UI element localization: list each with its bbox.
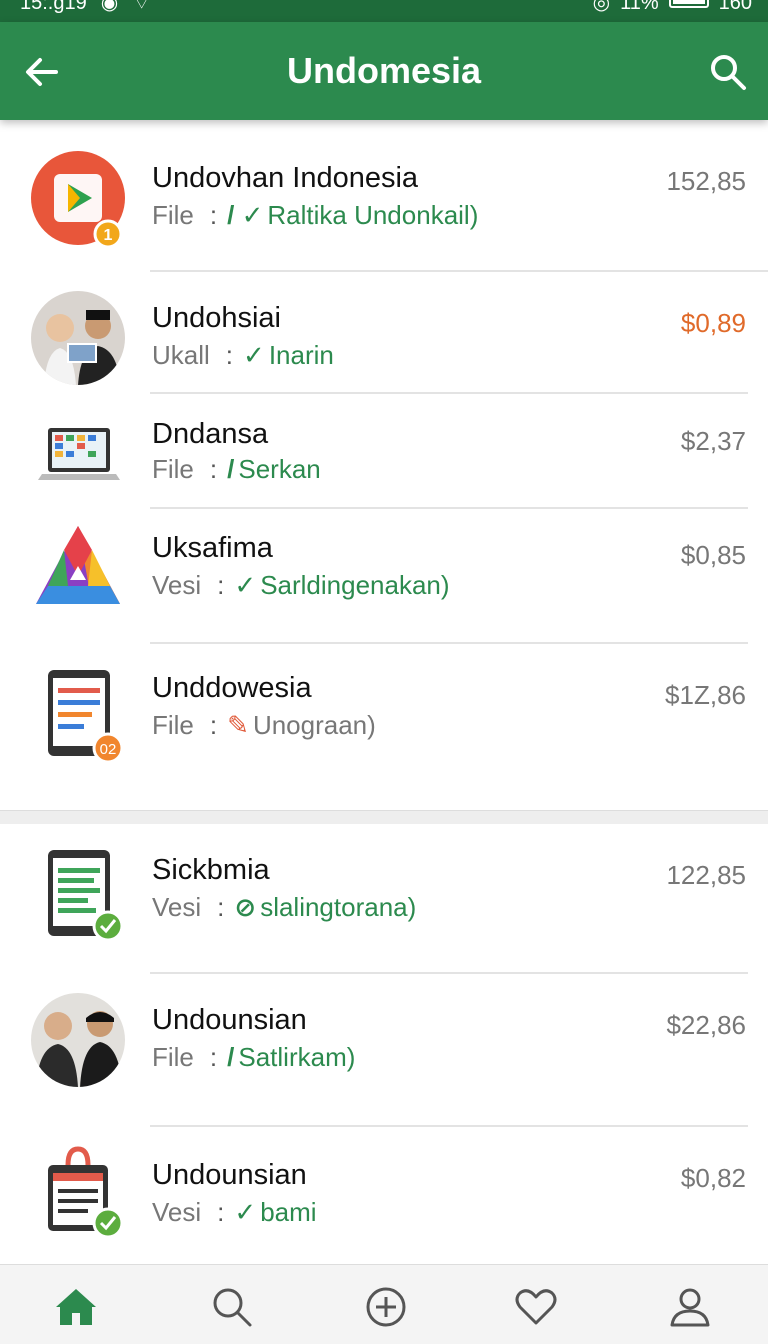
list-item[interactable]: 02 Unddowesia File : ✎ Unograan) $1Z,86 [0,668,768,778]
avatar [31,993,125,1087]
separator: : [225,340,234,370]
item-price: $22,86 [666,1010,746,1040]
battery-icon [668,0,709,8]
item-price: 152,85 [666,166,746,196]
item-type: File [152,1042,194,1072]
list-item[interactable]: Uksafima Vesi : ✓ Sarldingenakan) $0,85 [0,520,768,630]
laptop-icon [38,428,120,480]
separator: : [209,454,218,484]
item-title: Undounsian [152,1159,307,1191]
item-title: Undohsiai [152,302,281,334]
item-price: $1Z,86 [665,680,746,710]
item-title: Undovhan Indonesia [152,162,419,194]
item-subtitle: File : / Serkan [152,454,321,485]
separator: : [209,200,218,230]
item-price: 122,85 [666,860,746,890]
divider [150,642,748,644]
item-tag: Raltika Undonkail) [267,200,479,230]
item-subtitle: Vesi : ✓ Sarldingenakan) [152,570,450,601]
item-subtitle: Vesi : ✓ bami [152,1197,317,1228]
home-icon[interactable] [52,1283,100,1331]
status-time: 15:.g19 [20,0,87,14]
item-subtitle: File : / Satlirkam) [152,1042,355,1073]
avatar [31,291,125,385]
signal-text: 160 [718,0,752,14]
item-price: $0,85 [680,540,746,570]
tag-icon: ✓ [243,340,265,370]
item-type: File [152,710,194,740]
badge-count: 1 [104,227,113,244]
item-subtitle: Ukall : ✓ Inarin [152,340,334,371]
list-item[interactable]: Undounsian Vesi : ✓ bami $0,82 [0,1145,768,1255]
item-tag: Inarin [268,340,334,370]
divider [150,1125,748,1127]
separator: : [209,710,218,740]
item-tag: Sarldingenakan) [260,570,450,600]
app-screen: 15:.g19 ◉ ⌔ ◎ 11% 160 Undomesia 1 Undovh… [0,0,768,1344]
bottom-navigation [0,1264,768,1344]
list-item[interactable]: Undohsiai Ukall : ✓ Inarin $0,89 [0,290,768,390]
search-icon[interactable] [208,1283,256,1331]
item-tag: Serkan [238,454,321,484]
item-type: Ukall [152,340,210,370]
list-item[interactable]: 1 Undovhan Indonesia File : / ✓ Raltika … [0,150,768,270]
search-icon[interactable] [708,52,748,92]
item-type: Vesi [152,1197,202,1227]
clipboard-icon [48,1146,124,1239]
tag-icon: / [227,454,235,484]
status-bar: 15:.g19 ◉ ⌔ ◎ 11% 160 [0,0,768,22]
item-tag: Unograan) [252,710,376,740]
play-store-icon: 1 [31,151,125,246]
page-title: Undomesia [286,50,482,91]
battery-percent: 11% [620,0,659,14]
item-title: Dndansa [152,418,269,450]
tablet-green-icon [48,850,124,942]
item-type: Vesi [152,892,202,922]
list-item[interactable]: Dndansa File : / Serkan $2,37 [0,410,768,506]
add-icon[interactable] [362,1283,410,1331]
alarm-icon: ◎ [592,0,611,14]
divider [150,392,748,394]
tag-icon: ✓ [234,570,257,600]
item-title: Unddowesia [152,672,312,704]
item-price: $2,37 [680,426,746,456]
tag-icon: ✎ [227,710,249,740]
item-tag: bami [260,1197,317,1227]
divider [150,270,768,272]
tag-icon: ✓ [234,1197,257,1227]
item-type: Vesi [152,570,202,600]
item-type: File [152,200,194,230]
wifi-icon: ⌔ [132,0,151,14]
item-tag: slalingtorana) [260,892,417,922]
list-item[interactable]: Undounsian File : / Satlirkam) $22,86 [0,992,768,1102]
item-tag: Satlirkam) [238,1042,356,1072]
heart-icon[interactable] [512,1283,560,1331]
divider [150,972,748,974]
separator: : [217,1197,225,1227]
item-subtitle: File : / ✓ Raltika Undonkail) [152,200,478,231]
item-title: Undounsian [152,1004,307,1036]
app-bar: Undomesia [0,22,768,120]
section-divider [0,810,768,824]
item-price: $0,82 [680,1163,746,1193]
item-title: Uksafima [152,532,273,564]
item-title: Sickbmia [152,854,270,886]
item-subtitle: Vesi : ⊘ slalingtorana) [152,892,416,923]
separator: : [217,892,225,922]
tag-icon: ⊘ [234,892,257,922]
separator: : [209,1042,218,1072]
badge-count: 02 [100,741,117,758]
drive-icon [36,526,120,604]
list-item[interactable]: Sickbmia Vesi : ⊘ slalingtorana) 122,85 [0,848,768,958]
tag-icon: / [227,1042,235,1072]
tag-icon: / ✓ [227,200,264,230]
tablet-icon: 02 [48,670,124,764]
item-subtitle: File : ✎ Unograan) [152,710,376,741]
item-type: File [152,454,194,484]
whatsapp-icon: ◉ [100,0,119,14]
separator: : [217,570,225,600]
profile-icon[interactable] [666,1283,714,1331]
divider [150,507,748,509]
item-price: $0,89 [680,308,746,338]
